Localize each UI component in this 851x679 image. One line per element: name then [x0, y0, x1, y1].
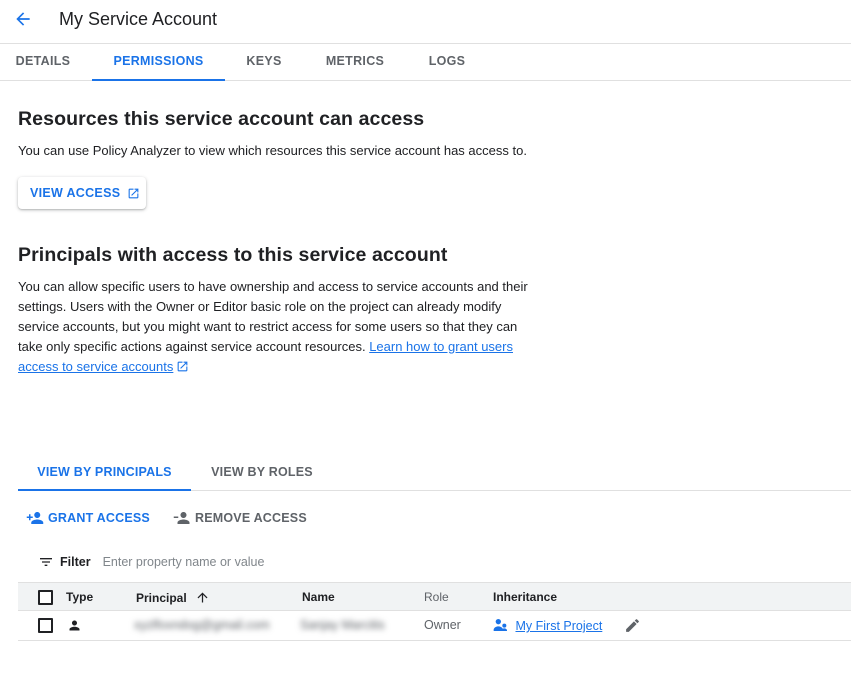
remove-access-button[interactable]: REMOVE ACCESS — [173, 507, 307, 529]
principals-description: You can allow specific users to have own… — [18, 277, 538, 377]
person-add-icon — [26, 512, 44, 524]
grant-access-label: GRANT ACCESS — [48, 511, 150, 525]
view-access-label: VIEW ACCESS — [30, 186, 121, 200]
column-type: Type — [66, 590, 94, 604]
inheritance-link: My First Project — [515, 619, 603, 633]
tab-logs[interactable]: LOGS — [418, 44, 476, 81]
remove-access-label: REMOVE ACCESS — [195, 511, 307, 525]
open-in-new-icon — [128, 188, 139, 198]
resources-heading: Resources this service account can acces… — [18, 108, 425, 130]
column-role: Role — [424, 590, 449, 604]
tab-permissions[interactable]: PERMISSIONS — [92, 44, 225, 81]
row-principal: xyzlfoxndog@gmail.com — [134, 618, 270, 632]
open-in-new-icon — [177, 361, 188, 372]
table-header: Type Principal Name Role Inheritance — [18, 582, 851, 611]
column-principal[interactable]: Principal — [136, 590, 210, 605]
back-arrow-button[interactable] — [10, 8, 36, 30]
person-icon — [69, 620, 80, 631]
row-checkbox[interactable] — [38, 618, 53, 633]
sort-ascending-icon — [197, 592, 208, 603]
view-access-button[interactable]: VIEW ACCESS — [18, 177, 146, 209]
edit-pencil-icon[interactable] — [624, 617, 641, 634]
tab-details[interactable]: DETAILS — [0, 44, 86, 81]
row-role: Owner — [424, 618, 461, 632]
select-all-checkbox[interactable] — [38, 590, 53, 605]
page-title: My Service Account — [59, 9, 218, 29]
filter-label: Filter — [60, 555, 91, 569]
grant-access-button[interactable]: GRANT ACCESS — [26, 507, 150, 529]
tab-keys[interactable]: KEYS — [233, 44, 295, 81]
tab-bar: DETAILS PERMISSIONS KEYS METRICS LOGS — [0, 44, 851, 81]
app-header: My Service Account — [0, 0, 851, 44]
table-row: xyzlfoxndog@gmail.com Sanjay Marcitis Ow… — [18, 611, 851, 641]
principals-heading: Principals with access to this service a… — [18, 244, 448, 266]
tab-view-by-principals[interactable]: VIEW BY PRINCIPALS — [18, 454, 191, 491]
column-name: Name — [302, 590, 335, 604]
tab-view-by-roles[interactable]: VIEW BY ROLES — [202, 454, 322, 491]
resources-description: You can use Policy Analyzer to view whic… — [18, 143, 527, 158]
row-inheritance[interactable]: My First Project — [493, 617, 602, 633]
arrow-left-icon — [16, 12, 30, 26]
column-inheritance: Inheritance — [493, 590, 558, 604]
filter-bar: Filter — [38, 551, 403, 573]
filter-list-icon — [40, 558, 52, 566]
column-principal-label: Principal — [136, 591, 187, 605]
row-name: Sanjay Marcitis — [300, 618, 385, 632]
view-by-tabs: VIEW BY PRINCIPALS VIEW BY ROLES — [18, 454, 851, 491]
filter-input[interactable] — [102, 555, 403, 569]
tab-metrics[interactable]: METRICS — [314, 44, 396, 81]
project-icon — [493, 619, 507, 631]
person-remove-icon — [173, 512, 190, 524]
